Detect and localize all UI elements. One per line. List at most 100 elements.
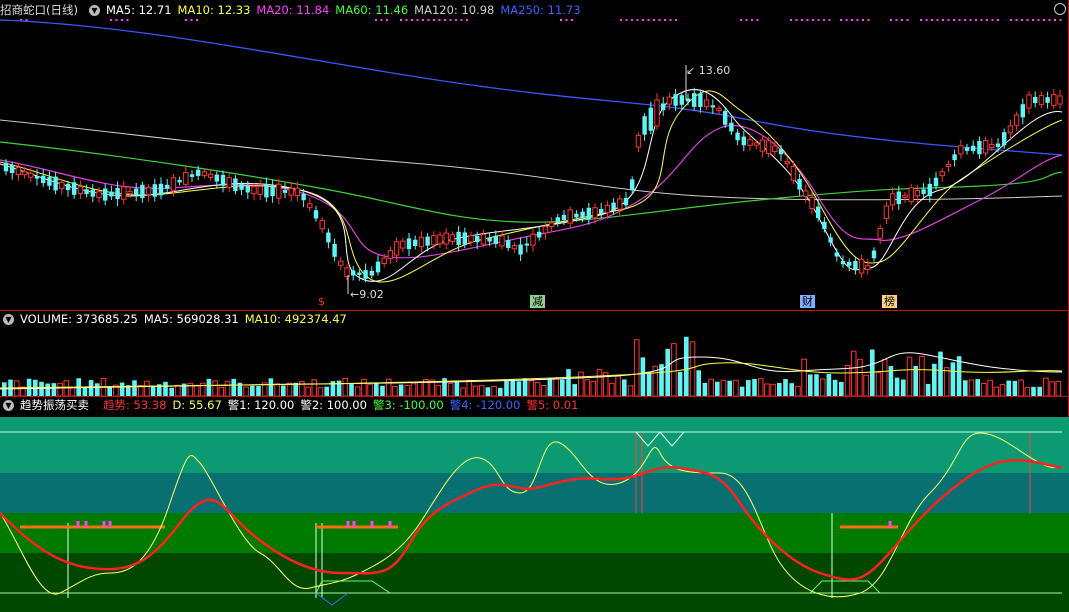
candle-body [858, 259, 865, 274]
volume-bar [752, 378, 757, 396]
volume-bar [39, 381, 44, 396]
volume-bar [708, 378, 714, 396]
volume-bar [491, 385, 497, 396]
candle-body [233, 178, 238, 192]
volume-bar [516, 381, 522, 396]
volume-bar [566, 369, 571, 396]
candle-body [673, 94, 678, 106]
candle-body [580, 211, 585, 218]
candle-body [889, 193, 896, 206]
candle-body [413, 239, 418, 246]
signal-dot [1021, 19, 1023, 21]
signal-dot [823, 19, 825, 21]
signal-dot [958, 19, 961, 21]
candle-body [716, 107, 722, 112]
candle-body [214, 174, 219, 182]
candle-body [251, 186, 257, 195]
volume-value: VOLUME: 373685.25 [20, 312, 138, 326]
candle-body [723, 110, 728, 125]
candle-body [939, 171, 945, 177]
candle-body [276, 183, 282, 199]
volume-bar [950, 362, 956, 396]
volume-bar [311, 379, 318, 396]
volume-bar [107, 387, 112, 396]
volume-bar [169, 387, 174, 396]
candle-body [530, 233, 536, 246]
event-tag-list[interactable]: 榜 [882, 295, 897, 308]
candle-body [548, 222, 555, 228]
candle-body [443, 232, 449, 245]
candle-body [351, 270, 356, 276]
volume-bar [193, 384, 200, 396]
volume-bar [454, 381, 460, 396]
volume-bar [268, 378, 274, 396]
volume-bar [999, 383, 1006, 396]
candle-body [747, 139, 753, 146]
signal-dot [375, 19, 377, 21]
candle-body [400, 240, 406, 249]
signal-dot [400, 19, 402, 21]
signal-dot [625, 19, 628, 21]
candle-body [326, 232, 331, 243]
indicator-panel[interactable] [0, 413, 1069, 612]
candle-body [34, 176, 40, 179]
signal-dot [969, 19, 972, 21]
volume-bar [150, 385, 156, 396]
candle-body [982, 140, 989, 154]
candle-body [518, 244, 523, 255]
volume-bar [770, 383, 776, 396]
volume-bar [510, 379, 515, 396]
volume-bar [671, 343, 677, 396]
candle-body [902, 194, 908, 198]
volume-bar [435, 385, 442, 396]
candle-body [319, 219, 325, 230]
chevron-down-icon[interactable]: ▼ [3, 313, 14, 325]
signal-dot [460, 19, 463, 21]
candle-body [462, 232, 467, 245]
price-panel[interactable]: ↙ 13.60 ←9.02 [0, 0, 1069, 310]
volume-bar [968, 379, 975, 396]
volume-ma5: MA5: 569028.31 [143, 312, 239, 326]
volume-panel[interactable] [0, 327, 1069, 396]
volume-bar [572, 384, 577, 396]
signal-dot [931, 19, 933, 21]
candle-body [21, 171, 28, 176]
candle-body [604, 204, 611, 214]
signal-dot [653, 19, 655, 21]
candle-body [264, 183, 269, 198]
candle-body [753, 142, 759, 146]
candle-body [561, 214, 567, 220]
volume-bar [1018, 379, 1024, 396]
volume-bar [144, 380, 150, 396]
event-tag-finance[interactable]: 财 [800, 295, 815, 308]
volume-bar [963, 380, 968, 396]
chevron-down-icon[interactable]: ▼ [3, 399, 14, 411]
volume-bar [622, 379, 627, 396]
signal-dot [405, 19, 408, 21]
candle-body [772, 145, 778, 152]
signal-dot [386, 19, 388, 21]
signal-dot [867, 19, 870, 21]
candle-body [952, 154, 957, 161]
volume-bar [739, 386, 745, 396]
candle-body [524, 243, 529, 246]
volume-bar [590, 380, 597, 396]
event-tag-dollar[interactable]: $ [316, 295, 327, 308]
candle-body [847, 261, 852, 266]
high-price-label: ↙ 13.60 [686, 64, 730, 77]
volume-bar [832, 379, 838, 396]
signal-dot [925, 19, 928, 21]
event-tag-reduce[interactable]: 减 [530, 295, 545, 308]
candle-body [661, 103, 666, 111]
volume-bar [677, 371, 683, 396]
candle-body [487, 237, 492, 242]
volume-bar [534, 382, 541, 396]
candle-body [406, 238, 412, 250]
candle-body [710, 105, 715, 108]
volume-bar [163, 381, 168, 396]
candle-body [226, 177, 232, 188]
candle-body [567, 209, 573, 224]
candle-body [759, 139, 766, 152]
volume-bar [361, 378, 367, 396]
candle-body [790, 166, 797, 181]
